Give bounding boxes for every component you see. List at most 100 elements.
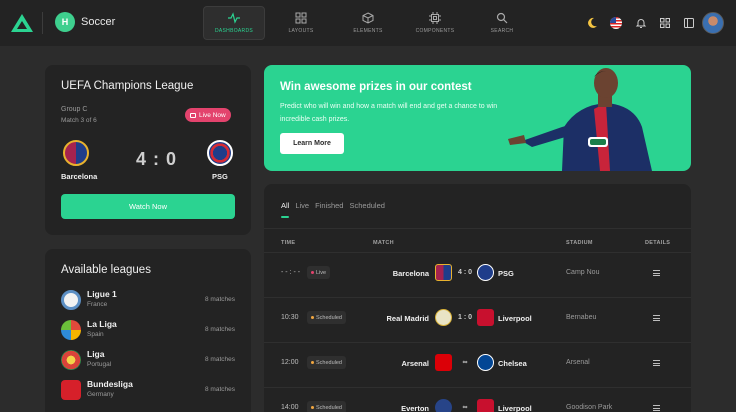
status-label: Scheduled bbox=[316, 314, 342, 321]
table-row[interactable]: 10:30 Scheduled Real Madrid 1 : 0 Liverp… bbox=[264, 297, 691, 342]
us-flag-icon bbox=[610, 17, 622, 29]
score: 4 : 0 bbox=[136, 149, 177, 170]
status-dot-icon bbox=[311, 271, 314, 274]
bundesliga-logo-icon bbox=[61, 380, 81, 400]
status-badge: Scheduled bbox=[307, 401, 346, 412]
nav-elements[interactable]: ELEMENTS bbox=[337, 6, 399, 40]
top-navbar: H Soccer DASHBOARDS LAYOUTS ELEMENTS COM… bbox=[0, 0, 736, 46]
details-menu-icon[interactable] bbox=[653, 360, 660, 366]
away-score: 0 bbox=[166, 149, 178, 169]
nav-search[interactable]: SEARCH bbox=[471, 6, 533, 40]
league-match-count: 8 matches bbox=[205, 356, 235, 363]
grid-icon bbox=[295, 12, 307, 24]
league-item-bundesliga[interactable]: Bundesliga Germany 8 matches bbox=[61, 378, 235, 404]
status-dot-icon bbox=[311, 316, 314, 319]
search-icon bbox=[496, 12, 508, 24]
language-button[interactable] bbox=[609, 16, 623, 30]
details-menu-icon[interactable] bbox=[653, 315, 660, 321]
away-team: Liverpool bbox=[498, 314, 532, 323]
watch-now-button[interactable]: Watch Now bbox=[61, 194, 235, 219]
bell-icon bbox=[635, 19, 647, 28]
match-time: - - : - - bbox=[281, 269, 301, 276]
live-badge[interactable]: Live Now bbox=[185, 108, 231, 122]
league-item-ligue1[interactable]: Ligue 1 France 8 matches bbox=[61, 288, 235, 314]
stadium-name: Camp Nou bbox=[566, 269, 600, 276]
nav-dashboards[interactable]: DASHBOARDS bbox=[203, 6, 265, 40]
league-item-liga-portugal[interactable]: Liga Portugal 8 matches bbox=[61, 348, 235, 374]
psg-crest-icon bbox=[477, 264, 494, 281]
table-row[interactable]: 14:00 Scheduled Everton ∞ Liverpool Good… bbox=[264, 387, 691, 412]
match-round: Match 3 of 6 bbox=[61, 117, 97, 124]
stadium-name: Arsenal bbox=[566, 359, 590, 366]
details-menu-icon[interactable] bbox=[653, 405, 660, 411]
app-name[interactable]: Soccer bbox=[81, 16, 115, 28]
status-dot-icon bbox=[311, 361, 314, 364]
table-row[interactable]: 12:00 Scheduled Arsenal ∞ Chelsea Arsena… bbox=[264, 342, 691, 387]
leagues-title: Available leagues bbox=[61, 264, 151, 276]
nav-label: LAYOUTS bbox=[288, 28, 314, 34]
league-name: La Liga bbox=[87, 319, 117, 329]
league-name: Bundesliga bbox=[87, 379, 133, 389]
ligue1-logo-icon bbox=[61, 290, 81, 310]
home-team: Real Madrid bbox=[386, 314, 429, 323]
match-score: 1 : 0 bbox=[457, 314, 472, 321]
logo-icon[interactable] bbox=[11, 14, 33, 32]
sidebar-toggle-button[interactable] bbox=[682, 16, 696, 30]
stadium-name: Bernabeu bbox=[566, 314, 597, 321]
home-team: Everton bbox=[401, 404, 429, 412]
learn-more-button[interactable]: Learn More bbox=[280, 133, 344, 154]
liga-portugal-logo-icon bbox=[61, 350, 81, 370]
match-score: ∞ bbox=[462, 359, 468, 366]
league-item-laliga[interactable]: La Liga Spain 8 matches bbox=[61, 318, 235, 344]
league-match-count: 8 matches bbox=[205, 326, 235, 333]
match-time: 14:00 bbox=[281, 404, 299, 411]
status-badge: Scheduled bbox=[307, 311, 346, 324]
column-header-match: MATCH bbox=[373, 240, 394, 246]
tab-scheduled[interactable]: Scheduled bbox=[349, 201, 384, 210]
divider bbox=[42, 12, 43, 34]
home-team-name: Barcelona bbox=[61, 172, 98, 181]
apps-button[interactable] bbox=[658, 16, 672, 30]
details-menu-icon[interactable] bbox=[653, 270, 660, 276]
tab-all[interactable]: All bbox=[281, 201, 289, 210]
away-team: Liverpool bbox=[498, 404, 532, 412]
status-label: Live bbox=[316, 269, 327, 276]
theme-toggle-button[interactable] bbox=[585, 16, 599, 30]
match-score: ∞ bbox=[462, 404, 468, 411]
laliga-logo-icon bbox=[61, 320, 81, 340]
tab-live[interactable]: Live bbox=[295, 201, 309, 210]
cube-icon bbox=[362, 12, 374, 24]
away-team: PSG bbox=[498, 269, 514, 278]
user-avatar[interactable] bbox=[702, 12, 724, 34]
everton-crest-icon bbox=[435, 399, 452, 412]
app-avatar[interactable]: H bbox=[55, 12, 75, 32]
table-row[interactable]: - - : - - Live Barcelona 4 : 0 PSG Camp … bbox=[264, 252, 691, 297]
video-camera-icon bbox=[190, 112, 196, 118]
league-country: Germany bbox=[87, 391, 114, 398]
liverpool-crest-icon bbox=[477, 399, 494, 412]
nav-components[interactable]: COMPONENTS bbox=[404, 6, 466, 40]
notifications-button[interactable] bbox=[634, 16, 648, 30]
stadium-name: Goodison Park bbox=[566, 404, 613, 411]
sidebar-toggle-icon bbox=[684, 18, 694, 28]
league-match-count: 8 matches bbox=[205, 296, 235, 303]
away-team: Chelsea bbox=[498, 359, 527, 368]
real-madrid-crest-icon bbox=[435, 309, 452, 326]
home-team: Arsenal bbox=[401, 359, 429, 368]
chip-icon bbox=[429, 12, 441, 24]
league-match-count: 8 matches bbox=[205, 386, 235, 393]
status-dot-icon bbox=[311, 406, 314, 409]
moon-icon bbox=[588, 17, 597, 28]
nav-label: COMPONENTS bbox=[415, 28, 455, 34]
tab-finished[interactable]: Finished bbox=[315, 201, 343, 210]
divider bbox=[264, 228, 691, 229]
promo-title: Win awesome prizes in our contest bbox=[280, 81, 472, 93]
match-group: Group C bbox=[61, 106, 88, 113]
chelsea-crest-icon bbox=[477, 354, 494, 371]
column-header-details: DETAILS bbox=[645, 240, 671, 246]
status-badge: Live bbox=[307, 266, 331, 279]
league-country: Spain bbox=[87, 331, 104, 338]
arsenal-crest-icon bbox=[435, 354, 452, 371]
nav-layouts[interactable]: LAYOUTS bbox=[270, 6, 332, 40]
activity-icon bbox=[228, 12, 240, 24]
